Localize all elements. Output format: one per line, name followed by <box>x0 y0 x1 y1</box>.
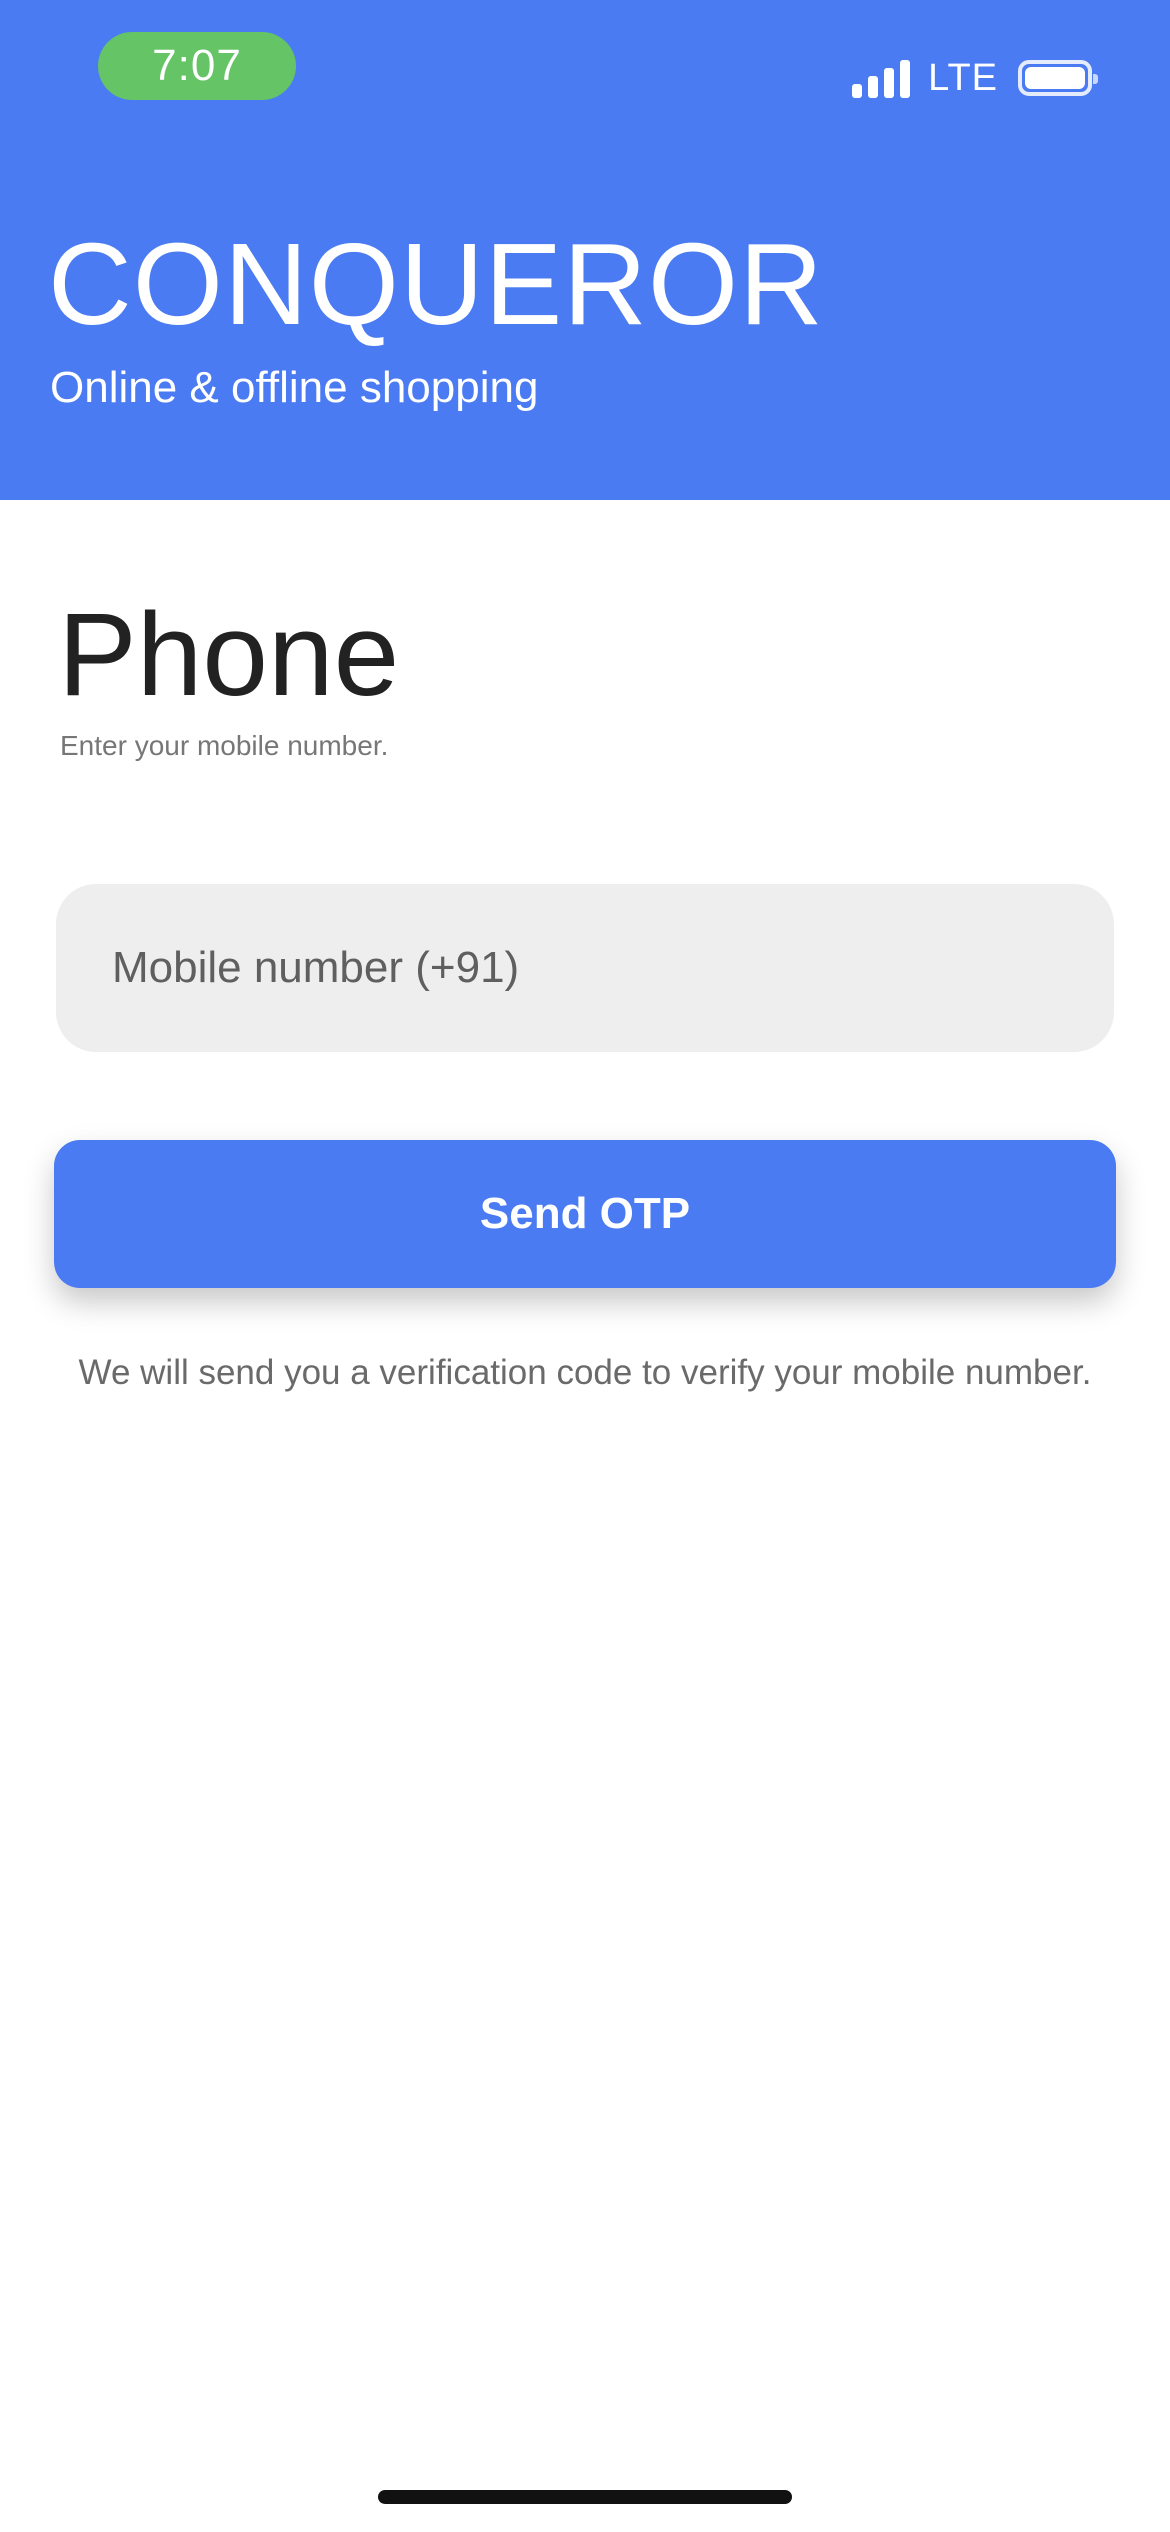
page-title: Phone <box>58 589 400 721</box>
battery-icon <box>1018 60 1098 96</box>
status-time: 7:07 <box>98 32 296 100</box>
mobile-number-input[interactable] <box>56 884 1114 1052</box>
send-otp-button[interactable]: Send OTP <box>54 1140 1116 1288</box>
cellular-signal-icon <box>852 58 911 98</box>
page-subtitle: Enter your mobile number. <box>60 730 389 761</box>
verification-helper-text: We will send you a verification code to … <box>78 1353 1092 1392</box>
network-type-label: LTE <box>928 56 998 99</box>
phone-login-screen: 7:07 LTE CONQUEROR Online & offline shop… <box>0 0 1170 2532</box>
brand-name: CONQUEROR <box>48 219 824 349</box>
app-header: 7:07 LTE CONQUEROR Online & offline shop… <box>0 0 1170 500</box>
home-indicator[interactable] <box>378 2490 792 2504</box>
status-indicators: LTE <box>852 52 1098 104</box>
brand-tagline: Online & offline shopping <box>50 363 539 412</box>
